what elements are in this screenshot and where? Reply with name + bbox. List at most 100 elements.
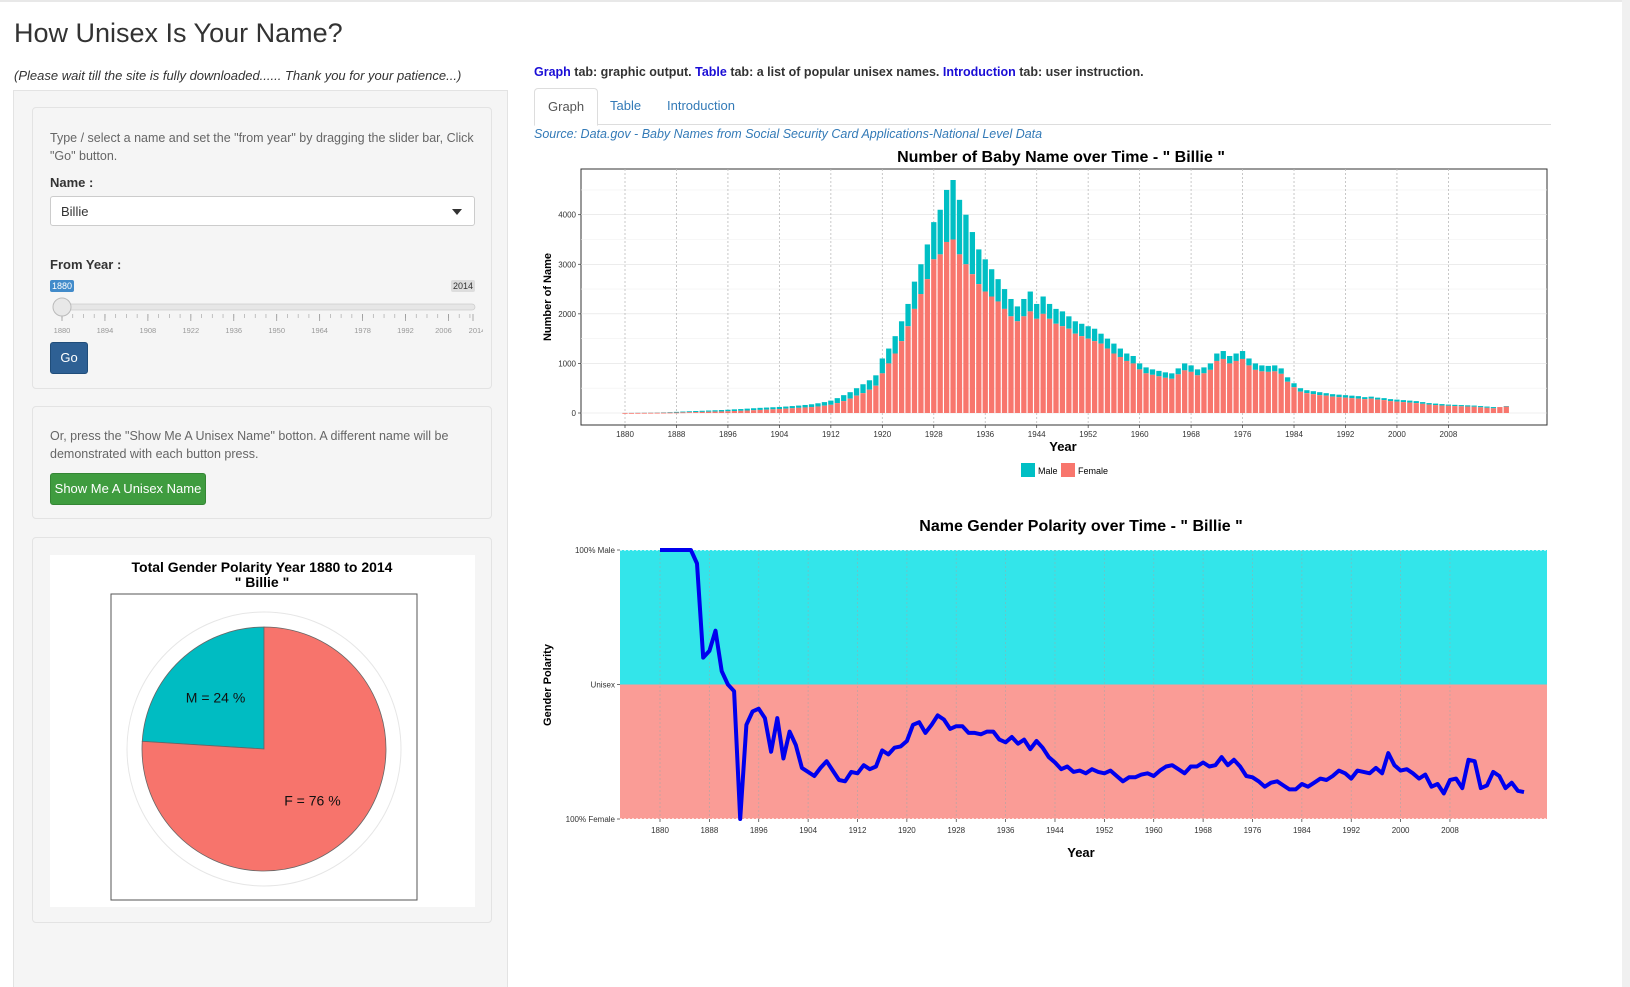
bar-male-1926 — [918, 264, 924, 295]
bar-female-2009 — [1452, 406, 1458, 413]
bar-male-1945 — [1040, 296, 1046, 314]
polarity-y-tick-label: Unisex — [591, 681, 615, 690]
bar-female-1938 — [995, 301, 1001, 413]
bar-x-tick-label: 1936 — [976, 430, 994, 439]
bar-female-1931 — [950, 239, 956, 413]
bar-male-2011 — [1465, 405, 1471, 407]
tab-table[interactable]: Table — [597, 88, 654, 125]
polarity-y-tick-label: 100% Male — [575, 546, 616, 555]
page-scrollbar[interactable] — [1622, 0, 1630, 987]
bar-female-2007 — [1439, 405, 1445, 413]
slider-max-label: 2014 — [453, 281, 473, 291]
legend-female-swatch — [1061, 463, 1075, 477]
bar-female-1975 — [1233, 360, 1239, 413]
bar-male-1893 — [705, 410, 712, 412]
polarity-x-tick-label: 2000 — [1392, 826, 1410, 835]
tab-graph[interactable]: Graph — [534, 88, 599, 126]
bar-male-1968 — [1188, 365, 1194, 372]
bar-female-1911 — [821, 405, 828, 413]
polarity-x-tick-label: 1984 — [1293, 826, 1311, 835]
bar-female-2011 — [1465, 406, 1471, 413]
instr-graph-text: tab: graphic output. — [570, 65, 696, 79]
bar-female-1991 — [1336, 397, 1342, 413]
bar-female-1993 — [1349, 398, 1355, 413]
slider-tick-label: 1908 — [140, 326, 157, 335]
bar-male-2006 — [1432, 403, 1439, 406]
go-button[interactable]: Go — [50, 342, 88, 374]
slider-track[interactable] — [52, 303, 476, 311]
bar-male-2009 — [1452, 404, 1458, 407]
bar-female-1896 — [725, 411, 731, 413]
baby-name-count-chart: Number of Baby Name over Time - " Billie… — [542, 149, 1548, 477]
legend-male-label: Male — [1038, 466, 1058, 476]
polarity-x-tick-label: 1912 — [849, 826, 867, 835]
bar-female-1956 — [1111, 353, 1117, 413]
slider-tick-label: 1894 — [97, 326, 114, 335]
bar-chart-title: Number of Baby Name over Time - " Billie… — [897, 149, 1225, 166]
chevron-down-icon[interactable] — [452, 209, 462, 215]
bar-female-1972 — [1214, 360, 1220, 413]
name-label: Name : — [50, 175, 94, 190]
bar-male-1895 — [718, 410, 725, 412]
bar-male-1961 — [1143, 367, 1149, 374]
bar-male-1980 — [1265, 365, 1271, 372]
bar-y-tick-label: 1000 — [558, 359, 576, 368]
bar-female-2014 — [1484, 407, 1490, 413]
name-select[interactable]: Billie — [50, 196, 475, 226]
bar-female-2001 — [1400, 402, 1407, 413]
bar-male-1962 — [1149, 369, 1156, 375]
bar-male-1933 — [963, 214, 969, 265]
bar-male-1992 — [1342, 395, 1349, 398]
legend-female-label: Female — [1078, 466, 1108, 476]
from-year-label: From Year : — [50, 257, 122, 272]
bar-female-1960 — [1136, 369, 1143, 413]
bar-male-1959 — [1130, 355, 1136, 364]
polarity-x-tick-label: 1888 — [700, 826, 718, 835]
bar-female-1890 — [686, 412, 692, 414]
bar-female-2004 — [1420, 403, 1426, 413]
bar-male-1901 — [757, 407, 763, 410]
bar-female-1891 — [693, 412, 699, 413]
bar-male-1970 — [1201, 367, 1207, 374]
bar-female-1900 — [751, 410, 757, 413]
bar-male-1977 — [1246, 358, 1252, 366]
bar-x-tick-label: 1952 — [1079, 430, 1097, 439]
bar-male-1976 — [1239, 351, 1246, 359]
bar-x-tick-label: 1976 — [1234, 430, 1252, 439]
bar-female-2017 — [1503, 406, 1509, 413]
bar-male-2010 — [1458, 405, 1464, 407]
bar-male-1906 — [789, 406, 795, 409]
bar-female-1901 — [757, 409, 763, 413]
bar-female-1914 — [841, 401, 847, 413]
slider-handle[interactable] — [52, 297, 72, 317]
bar-female-1955 — [1104, 348, 1111, 413]
bar-x-tick-label: 1880 — [616, 430, 634, 439]
bar-male-1925 — [911, 281, 918, 309]
bar-y-tick-label: 3000 — [558, 260, 576, 269]
bar-male-2007 — [1439, 404, 1445, 406]
from-year-slider[interactable]: 1880 2014 1880 1894 1908 1922 1936 1950 1964 19… — [43, 276, 483, 346]
bar-male-1998 — [1381, 398, 1387, 401]
bar-female-1897 — [731, 411, 737, 413]
bar-male-1991 — [1336, 394, 1342, 398]
slider-ticks: 1880 1894 1908 1922 1936 1950 1964 1978 1992 2006… — [54, 314, 483, 335]
bar-female-1997 — [1375, 399, 1381, 413]
bar-female-2008 — [1445, 405, 1452, 413]
tab-introduction[interactable]: Introduction — [654, 88, 748, 125]
bar-female-1907 — [796, 407, 802, 413]
bar-female-1888 — [673, 412, 680, 414]
bar-x-tick-label: 1904 — [770, 430, 788, 439]
bar-y-axis-title: Number of Name — [542, 253, 554, 341]
bar-female-1898 — [738, 410, 744, 413]
show-unisex-name-button[interactable]: Show Me A Unisex Name — [50, 473, 206, 505]
bar-x-tick-label: 1888 — [668, 430, 686, 439]
bar-female-2000 — [1394, 401, 1400, 413]
bar-male-1919 — [873, 375, 879, 386]
instr-table-keyword: Table — [695, 65, 727, 79]
bar-female-1913 — [834, 403, 840, 413]
bar-female-1949 — [1066, 328, 1072, 413]
bar-female-1984 — [1291, 387, 1297, 413]
bar-male-1964 — [1162, 372, 1168, 378]
pie-slices: M = 24 % F = 76 % — [141, 626, 387, 872]
bar-male-1930 — [944, 189, 950, 242]
